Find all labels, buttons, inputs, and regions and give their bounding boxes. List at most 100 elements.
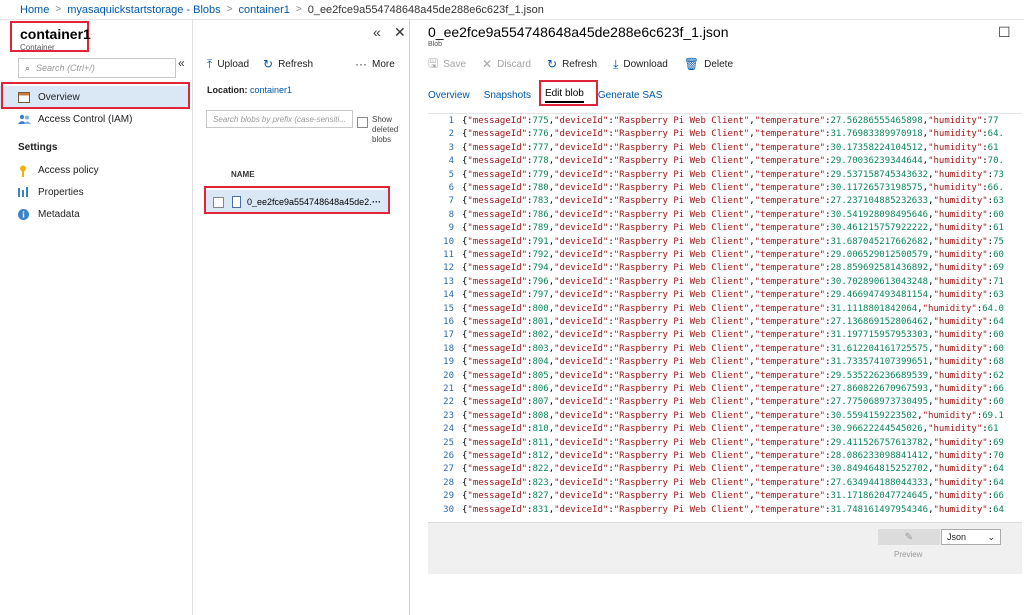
nav-label: Metadata [38, 208, 80, 220]
nav-label: Access policy [38, 164, 99, 176]
show-deleted-checkbox[interactable]: Show deleted blobs [357, 115, 412, 145]
tab-overview[interactable]: Overview [428, 90, 470, 101]
code-text: {"messageId":801,"deviceId":"Raspberry P… [462, 317, 1004, 327]
save-icon: 🖫 [428, 55, 439, 70]
code-text: {"messageId":789,"deviceId":"Raspberry P… [462, 223, 1004, 234]
nav-label: Properties [38, 186, 84, 198]
refresh-label: Refresh [562, 58, 598, 70]
code-text: {"messageId":775,"deviceId":"Raspberry P… [462, 116, 999, 126]
more-button[interactable]: ··· More [355, 57, 395, 71]
nav-item-metadata[interactable]: Metadata [0, 203, 190, 225]
close-icon[interactable]: ✕ [394, 24, 406, 41]
nav-item-access-policy[interactable]: Access policy [0, 159, 190, 181]
line-number: 1 [448, 116, 454, 126]
code-text: {"messageId":797,"deviceId":"Raspberry P… [462, 290, 1004, 301]
blob-editor-blade: 0_ee2fce9a554748648a45de288e6c623f_1.jso… [410, 20, 1024, 615]
breadcrumb: Home > myasaquickstartstorage - Blobs > … [0, 0, 1024, 20]
location-text: Location: container1 [207, 85, 292, 95]
location-label: Location: [207, 85, 248, 95]
json-code-editor[interactable]: 1 {"messageId":775,"deviceId":"Raspberry … [428, 113, 1022, 520]
location-link[interactable]: container1 [250, 85, 292, 95]
blade-title: container1 [20, 26, 91, 42]
line-number: 2 [448, 129, 454, 140]
code-text: {"messageId":811,"deviceId":"Raspberry P… [462, 437, 1004, 448]
line-number: 15 [443, 303, 454, 314]
tab-generate-sas[interactable]: Generate SAS [598, 90, 662, 101]
line-number: 24 [443, 424, 454, 435]
blob-prefix-search-input[interactable]: Search blobs by prefix (case-sensiti... [206, 110, 353, 128]
code-text: {"messageId":783,"deviceId":"Raspberry P… [462, 196, 1004, 207]
upload-label: Upload [217, 58, 250, 70]
search-placeholder: Search (Ctrl+/) [36, 63, 95, 73]
refresh-button[interactable]: ↻ Refresh [263, 57, 313, 71]
line-number: 17 [443, 330, 454, 341]
format-value: Json [947, 532, 967, 542]
line-number: 28 [443, 477, 454, 488]
collapse-menu-icon[interactable]: « [178, 56, 185, 70]
code-text: {"messageId":831,"deviceId":"Raspberry P… [462, 504, 1004, 515]
line-number: 13 [443, 276, 454, 287]
code-text: {"messageId":827,"deviceId":"Raspberry P… [462, 491, 1004, 502]
nav-item-iam[interactable]: Access Control (IAM) [0, 108, 190, 130]
refresh-icon: ↻ [547, 57, 558, 71]
line-number: 9 [448, 223, 454, 234]
more-label: More [372, 58, 395, 70]
blade-subtitle: Container [20, 43, 55, 52]
nav-item-properties[interactable]: Properties [0, 181, 190, 203]
code-text: {"messageId":779,"deviceId":"Raspberry P… [462, 169, 1004, 180]
line-number: 30 [443, 504, 454, 515]
tab-snapshots[interactable]: Snapshots [484, 90, 531, 101]
column-header-name[interactable]: NAME [231, 170, 255, 179]
line-number: 6 [448, 183, 454, 193]
search-icon: ⌕ [25, 62, 31, 73]
format-select[interactable]: Json ⌄ [941, 529, 1001, 545]
code-text: {"messageId":805,"deviceId":"Raspberry P… [462, 370, 1004, 381]
line-number: 26 [443, 451, 454, 461]
line-number: 5 [448, 169, 454, 180]
breadcrumb-home[interactable]: Home [20, 4, 49, 16]
discard-label: Discard [497, 58, 531, 70]
refresh-icon: ↻ [263, 57, 274, 71]
upload-button[interactable]: ⤒ Upload [207, 57, 249, 72]
breadcrumb-storage[interactable]: myasaquickstartstorage - Blobs [67, 4, 220, 16]
line-number: 27 [443, 464, 454, 475]
discard-button[interactable]: ✕ Discard [482, 57, 531, 71]
menu-search-input[interactable]: ⌕ Search (Ctrl+/) [18, 58, 176, 78]
delete-label: Delete [704, 58, 734, 70]
line-number: 21 [443, 384, 454, 394]
code-text: {"messageId":792,"deviceId":"Raspberry P… [462, 250, 1004, 260]
chevron-down-icon: ⌄ [987, 531, 995, 542]
blob-title: 0_ee2fce9a554748648a45de288e6c623f_1.jso… [428, 24, 729, 40]
line-number: 11 [443, 250, 454, 260]
blob-search-placeholder: Search blobs by prefix (case-sensiti... [213, 114, 346, 124]
highlight-box [539, 80, 598, 106]
line-number: 25 [443, 437, 454, 448]
download-label: Download [623, 58, 668, 70]
code-text: {"messageId":778,"deviceId":"Raspberry P… [462, 156, 1004, 167]
checkbox-box[interactable] [357, 117, 368, 128]
refresh-button[interactable]: ↻ Refresh [547, 57, 597, 71]
code-text: {"messageId":812,"deviceId":"Raspberry P… [462, 451, 1004, 461]
preview-button[interactable]: ✎ [878, 529, 940, 545]
code-text: {"messageId":808,"deviceId":"Raspberry P… [462, 410, 1004, 421]
code-text: {"messageId":800,"deviceId":"Raspberry P… [462, 303, 1004, 314]
code-text: {"messageId":780,"deviceId":"Raspberry P… [462, 183, 1004, 193]
delete-button[interactable]: 🗑 Delete [684, 57, 733, 71]
code-text: {"messageId":803,"deviceId":"Raspberry P… [462, 343, 1004, 354]
line-number: 16 [443, 317, 454, 327]
download-button[interactable]: ⤓ Download [613, 57, 668, 72]
maximize-icon[interactable]: ☐ [998, 24, 1011, 41]
collapse-blade-icon[interactable]: « [373, 24, 381, 40]
chevron-right-icon: > [55, 4, 62, 15]
code-text: {"messageId":804,"deviceId":"Raspberry P… [462, 357, 1004, 368]
breadcrumb-container[interactable]: container1 [238, 4, 289, 16]
blob-subtitle: Blob [428, 41, 443, 48]
line-number: 12 [443, 263, 454, 274]
save-button[interactable]: 🖫 Save [428, 54, 466, 75]
code-text: {"messageId":794,"deviceId":"Raspberry P… [462, 263, 1004, 274]
download-icon: ⤓ [613, 56, 619, 71]
line-number: 22 [443, 397, 454, 408]
line-number: 10 [443, 236, 454, 247]
blob-editor-toolbar: 🖫 Save ✕ Discard ↻ Refresh ⤓ Download 🗑 … [428, 56, 749, 72]
iam-people-icon [18, 114, 31, 125]
